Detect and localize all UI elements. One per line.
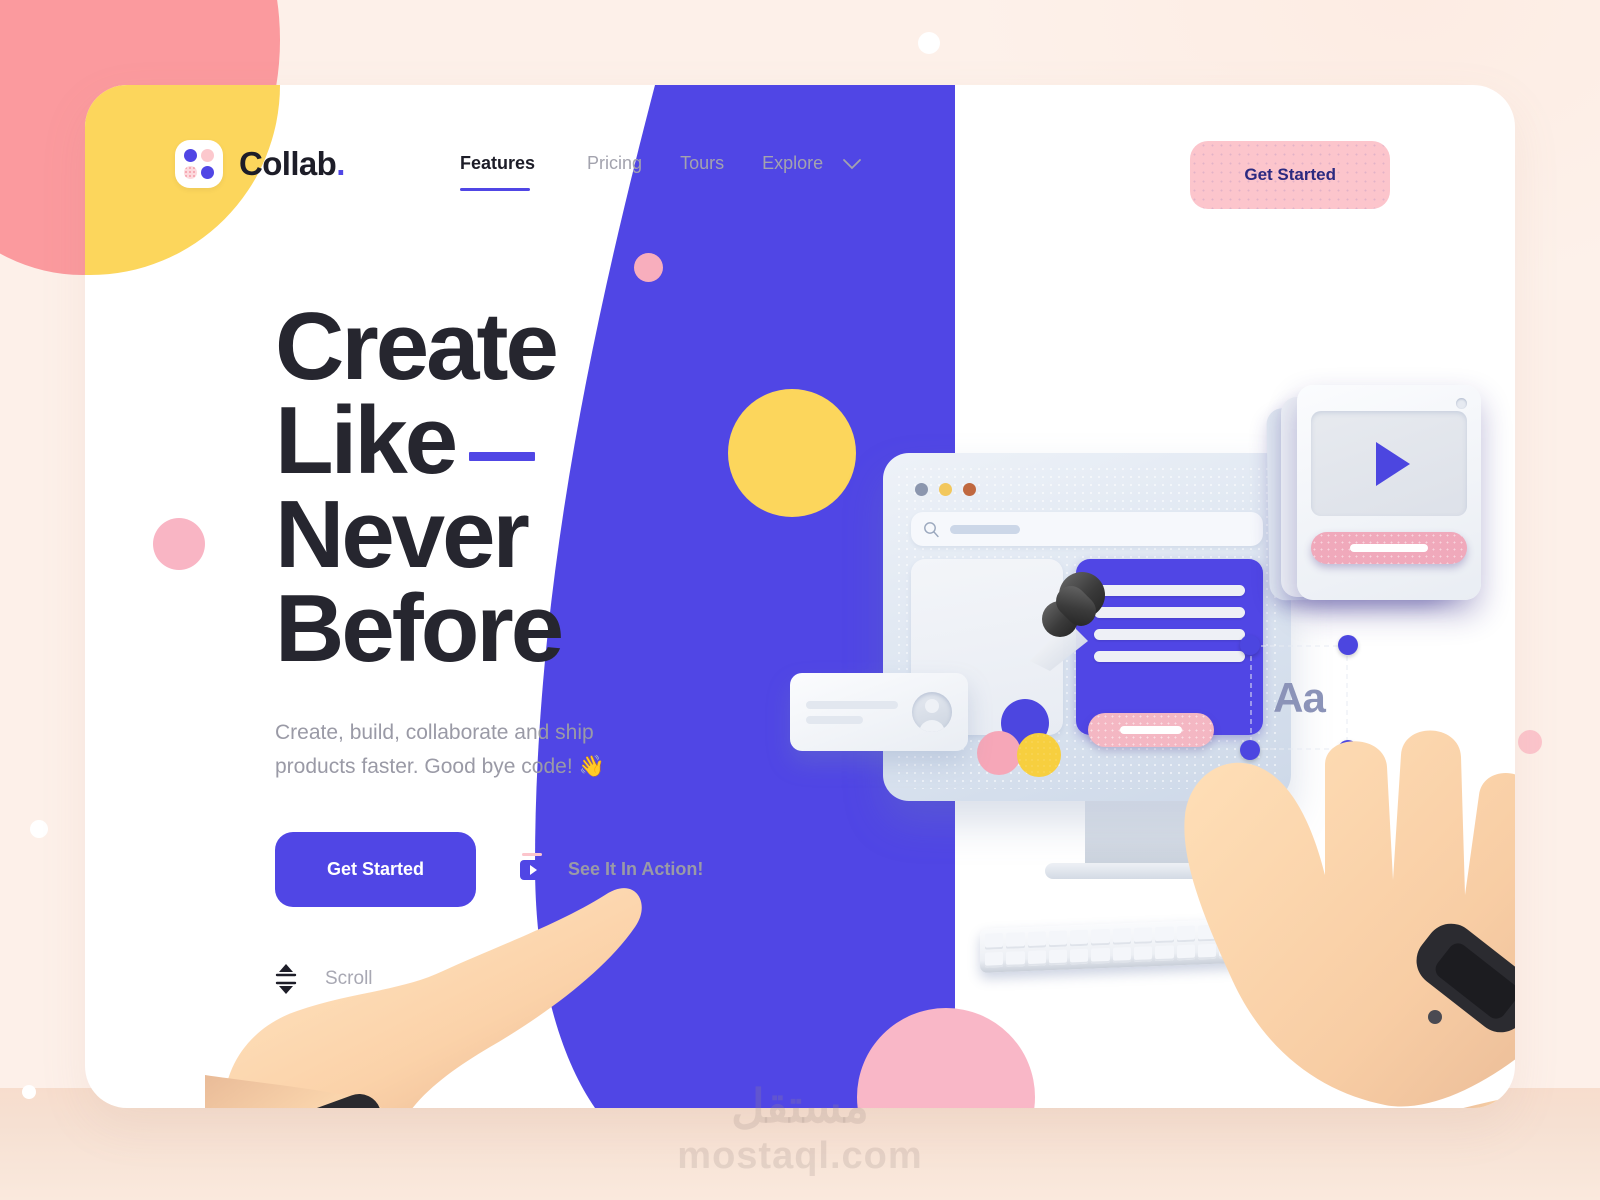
selection-handle-top-right <box>1338 635 1358 655</box>
nav-link-explore[interactable]: Explore <box>762 153 862 175</box>
decorative-dot-purple-small <box>776 810 810 844</box>
browser-search-bar <box>911 512 1263 546</box>
keyboard-icon <box>980 917 1285 973</box>
chevron-down-icon <box>842 154 862 175</box>
eyedropper-tool-icon <box>1030 572 1105 671</box>
selection-handle-bottom-left <box>1240 740 1260 760</box>
decorative-dot-pink-medium <box>153 518 205 570</box>
see-it-in-action-label: See It In Action! <box>568 859 704 879</box>
decorative-dot-pink-right <box>1518 730 1542 754</box>
selection-border-left <box>1250 645 1252 750</box>
play-icon <box>1376 441 1410 486</box>
scroll-updown-icon <box>275 964 297 994</box>
brand-logo[interactable]: Collab. <box>175 140 345 188</box>
document-pane <box>1075 559 1263 747</box>
decorative-dot-white-bottomleft <box>22 1085 36 1099</box>
decorative-dot-white-inblob <box>1100 930 1117 947</box>
doc-line <box>1093 607 1245 618</box>
scroll-label: Scroll <box>325 968 373 989</box>
selection-border-right <box>1346 645 1348 750</box>
decorative-dot-white-right <box>1388 598 1418 628</box>
hero-line-4: Before <box>275 575 564 682</box>
hero-line-2: Like <box>275 387 458 494</box>
nav-link-tours[interactable]: Tours <box>680 153 762 174</box>
hero-line-1: Create <box>275 293 559 400</box>
scroll-indicator[interactable]: Scroll <box>275 962 373 996</box>
decorative-circle-yellow-large <box>728 389 856 517</box>
doc-line <box>1093 629 1245 640</box>
text-tool-selection: Aa <box>1240 635 1358 760</box>
search-icon[interactable] <box>1102 163 1142 203</box>
four-dots-logo-icon <box>175 140 223 188</box>
traffic-light-orange <box>963 483 976 496</box>
video-card-back-2 <box>1266 405 1442 601</box>
swatch-blue <box>1001 699 1049 747</box>
see-it-in-action-link[interactable]: See It In Action! <box>520 852 704 880</box>
page-title: Create Like Never Before. <box>275 299 703 677</box>
search-placeholder-pill <box>950 524 1020 534</box>
pane-action-button <box>1087 713 1214 747</box>
brand-name: Collab. <box>239 145 345 183</box>
video-preview-area <box>1311 411 1467 516</box>
nav-actions: Get Started <box>1102 141 1390 209</box>
selection-handle-bottom-right <box>1338 740 1358 760</box>
hero-underline-accent <box>469 452 536 461</box>
swatch-yellow <box>1017 733 1061 777</box>
camera-dot-icon <box>1456 398 1467 409</box>
doc-line <box>1093 585 1245 596</box>
decorative-dot-white-left <box>30 820 48 838</box>
decorative-dot-white-top <box>918 32 940 54</box>
nav-get-started-button[interactable]: Get Started <box>1190 141 1390 209</box>
tapping-hand-icon <box>1184 730 1515 1108</box>
nav-link-explore-label: Explore <box>762 153 824 173</box>
hero-period-accent: . <box>561 575 588 682</box>
hero-actions: Get Started See It In Action! <box>275 832 703 907</box>
hero-get-started-button[interactable]: Get Started <box>275 832 477 907</box>
nav-link-pricing[interactable]: Pricing <box>587 153 680 174</box>
smartwatch-icon <box>1416 923 1515 1033</box>
monitor-neck <box>1085 797 1193 867</box>
brand-name-text: Collab <box>239 145 337 182</box>
video-card-back-1 <box>1281 397 1461 597</box>
decorative-dot-pink-small <box>634 253 663 282</box>
video-card-button <box>1311 532 1467 564</box>
window-traffic-lights <box>907 477 1267 496</box>
swatch-pink <box>977 731 1021 775</box>
monitor-base <box>1045 863 1235 879</box>
play-video-icon <box>520 852 545 880</box>
hero-content: Create Like Never Before. Create, build,… <box>275 299 703 907</box>
brand-name-dot: . <box>336 145 345 182</box>
doc-line <box>1093 651 1245 662</box>
nav-links: Features Pricing Tours Explore <box>460 153 862 192</box>
browser-content-panes <box>911 559 1263 777</box>
nav-link-features[interactable]: Features <box>460 153 535 192</box>
main-navigation: Collab. Features Pricing Tours Explore G… <box>85 85 1515 255</box>
hero-subtitle: Create, build, collaborate and ship prod… <box>275 721 605 778</box>
smartwatch-icon <box>267 1094 401 1108</box>
selection-border-top <box>1250 645 1348 647</box>
selection-border-bottom <box>1250 748 1348 750</box>
selection-handle-top-left <box>1240 635 1260 655</box>
video-card <box>1297 385 1481 600</box>
hero-line-3: Never <box>275 481 530 588</box>
hero-card: Collab. Features Pricing Tours Explore G… <box>85 85 1515 1108</box>
text-tool-label: Aa <box>1273 673 1326 721</box>
